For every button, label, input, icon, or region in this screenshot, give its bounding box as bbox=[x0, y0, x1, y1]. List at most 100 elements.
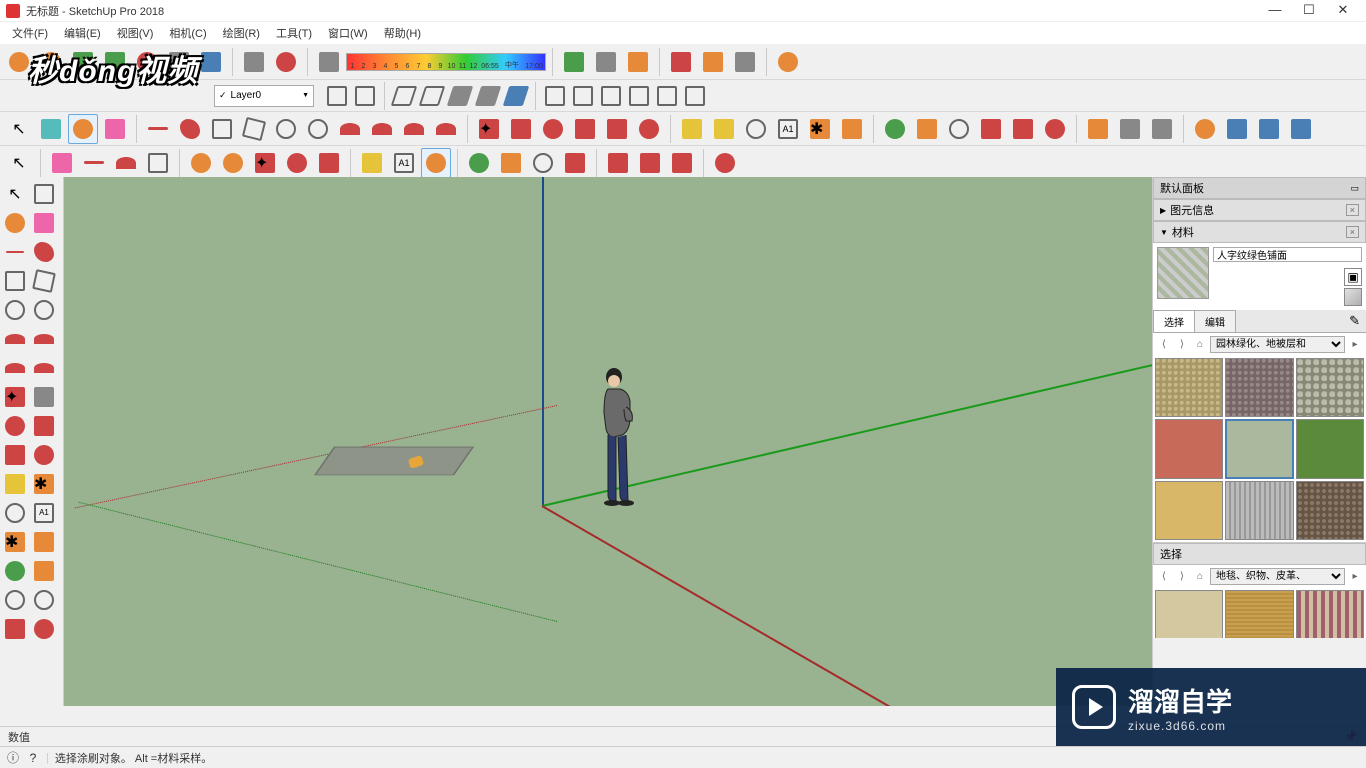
mat-thumb-sand[interactable] bbox=[1155, 481, 1223, 540]
pushpull-button[interactable] bbox=[506, 114, 536, 144]
lt-tape[interactable] bbox=[2, 471, 28, 497]
home-icon[interactable]: ⌂ bbox=[1192, 337, 1208, 353]
lt-pan[interactable] bbox=[31, 558, 57, 584]
ext1-button[interactable] bbox=[666, 47, 696, 77]
material-library-select-2[interactable]: 地毯、织物、皮革、 bbox=[1210, 568, 1345, 585]
rect-tool-button[interactable] bbox=[207, 114, 237, 144]
lt-3dtext[interactable] bbox=[31, 529, 57, 555]
minimize-button[interactable]: — bbox=[1258, 0, 1292, 22]
axes-button[interactable]: ✱ bbox=[805, 114, 835, 144]
zoom2-button[interactable] bbox=[528, 148, 558, 178]
mat-thumb-bark[interactable] bbox=[1296, 481, 1364, 540]
lt-polygon[interactable] bbox=[31, 297, 57, 323]
dimension-button[interactable] bbox=[709, 114, 739, 144]
warehouse2-button[interactable] bbox=[591, 47, 621, 77]
tape-button[interactable] bbox=[677, 114, 707, 144]
zoom-extents2-button[interactable] bbox=[560, 148, 590, 178]
lt-zoomwin[interactable] bbox=[31, 587, 57, 613]
entity-info-close[interactable]: × bbox=[1346, 204, 1359, 216]
select-section-header[interactable]: 选择 bbox=[1153, 543, 1366, 565]
pie-button[interactable] bbox=[431, 114, 461, 144]
book2-button[interactable] bbox=[314, 47, 344, 77]
wh4-button[interactable] bbox=[710, 148, 740, 178]
mat-thumb-grass[interactable] bbox=[1296, 419, 1364, 478]
wh2-button[interactable] bbox=[635, 148, 665, 178]
scale2-button[interactable] bbox=[314, 148, 344, 178]
lt-pushpull[interactable] bbox=[31, 384, 57, 410]
warehouse3-button[interactable] bbox=[623, 47, 653, 77]
default-material-button[interactable] bbox=[1344, 288, 1362, 306]
ext2-button[interactable] bbox=[698, 47, 728, 77]
house-iso-button[interactable] bbox=[542, 83, 568, 109]
section-cut-button[interactable] bbox=[1254, 114, 1284, 144]
menu-help[interactable]: 帮助(H) bbox=[376, 23, 429, 43]
lt-move[interactable]: ✦ bbox=[2, 384, 28, 410]
entity-info-header[interactable]: ▶ 图元信息 × bbox=[1153, 199, 1366, 221]
polygon-tool-button[interactable] bbox=[303, 114, 333, 144]
component-tool-button[interactable] bbox=[36, 114, 66, 144]
section-display-button[interactable] bbox=[1222, 114, 1252, 144]
lt-eraser[interactable] bbox=[31, 210, 57, 236]
nav2-fwd-icon[interactable]: ⟩ bbox=[1174, 569, 1190, 585]
save-file-button[interactable] bbox=[68, 47, 98, 77]
lt-arc[interactable] bbox=[2, 326, 28, 352]
lt-freehand[interactable] bbox=[31, 239, 57, 265]
line2-button[interactable] bbox=[79, 148, 109, 178]
lt-arc2[interactable] bbox=[31, 326, 57, 352]
mat-thumb-pebble[interactable] bbox=[1296, 358, 1364, 417]
menu-window[interactable]: 窗口(W) bbox=[320, 23, 376, 43]
nav-back-icon[interactable]: ⟨ bbox=[1156, 337, 1172, 353]
lt-text[interactable]: A1 bbox=[31, 500, 57, 526]
info-icon[interactable]: ⓘ bbox=[6, 751, 20, 765]
warehouse1-button[interactable] bbox=[559, 47, 589, 77]
pin-icon[interactable]: 📌 bbox=[1344, 730, 1358, 743]
shadow-time-slider[interactable]: 1 2 3 4 5 6 7 8 9 10 11 12 06:55 中午 17:0… bbox=[346, 53, 546, 71]
scale-button[interactable] bbox=[602, 114, 632, 144]
zoom-button[interactable] bbox=[944, 114, 974, 144]
move-tool-button[interactable]: ✦ bbox=[474, 114, 504, 144]
rotated-rect-button[interactable] bbox=[239, 114, 269, 144]
eraser2-button[interactable] bbox=[47, 148, 77, 178]
arc-tool-button[interactable] bbox=[335, 114, 365, 144]
menu-edit[interactable]: 编辑(E) bbox=[56, 23, 109, 43]
lt-orbit[interactable] bbox=[2, 558, 28, 584]
lt-circle[interactable] bbox=[2, 297, 28, 323]
zoom-window-button[interactable] bbox=[976, 114, 1006, 144]
orbit2-button[interactable] bbox=[464, 148, 494, 178]
pan-button[interactable] bbox=[912, 114, 942, 144]
zoom-extents-button[interactable] bbox=[1008, 114, 1038, 144]
lt-zoom[interactable] bbox=[2, 587, 28, 613]
export-button[interactable] bbox=[132, 47, 162, 77]
paint-tool-button[interactable] bbox=[68, 114, 98, 144]
lt-rotate[interactable] bbox=[2, 413, 28, 439]
tab-edit[interactable]: 编辑 bbox=[1194, 310, 1236, 332]
lt-axes[interactable]: ✱ bbox=[2, 529, 28, 555]
protractor-button[interactable] bbox=[741, 114, 771, 144]
tape2-button[interactable] bbox=[357, 148, 387, 178]
house-front-button[interactable] bbox=[598, 83, 624, 109]
lib-menu-icon[interactable]: ▸ bbox=[1347, 337, 1363, 353]
view-iso-button[interactable] bbox=[324, 83, 350, 109]
section-fill-button[interactable] bbox=[1286, 114, 1316, 144]
lt-arc3[interactable] bbox=[2, 355, 28, 381]
menu-draw[interactable]: 绘图(R) bbox=[215, 23, 268, 43]
style4-button[interactable] bbox=[475, 83, 501, 109]
lt-prev[interactable] bbox=[31, 616, 57, 642]
lt-dimension[interactable]: ✱ bbox=[31, 471, 57, 497]
house-back-button[interactable] bbox=[654, 83, 680, 109]
menu-file[interactable]: 文件(F) bbox=[4, 23, 56, 43]
arc2-button[interactable] bbox=[367, 114, 397, 144]
followme-button[interactable] bbox=[570, 114, 600, 144]
eraser-tool-button[interactable] bbox=[100, 114, 130, 144]
rect2-button[interactable] bbox=[143, 148, 173, 178]
open-file-button[interactable] bbox=[36, 47, 66, 77]
lt-follow[interactable] bbox=[31, 413, 57, 439]
ext3-button[interactable] bbox=[730, 47, 760, 77]
help-icon[interactable]: ? bbox=[26, 751, 40, 765]
material-name-input[interactable] bbox=[1213, 247, 1362, 262]
arc3-button[interactable] bbox=[399, 114, 429, 144]
polygon2-button[interactable] bbox=[218, 148, 248, 178]
mat-thumb-red-tile[interactable] bbox=[1155, 419, 1223, 478]
rotate-button[interactable] bbox=[538, 114, 568, 144]
lib-menu2-icon[interactable]: ▸ bbox=[1347, 569, 1363, 585]
